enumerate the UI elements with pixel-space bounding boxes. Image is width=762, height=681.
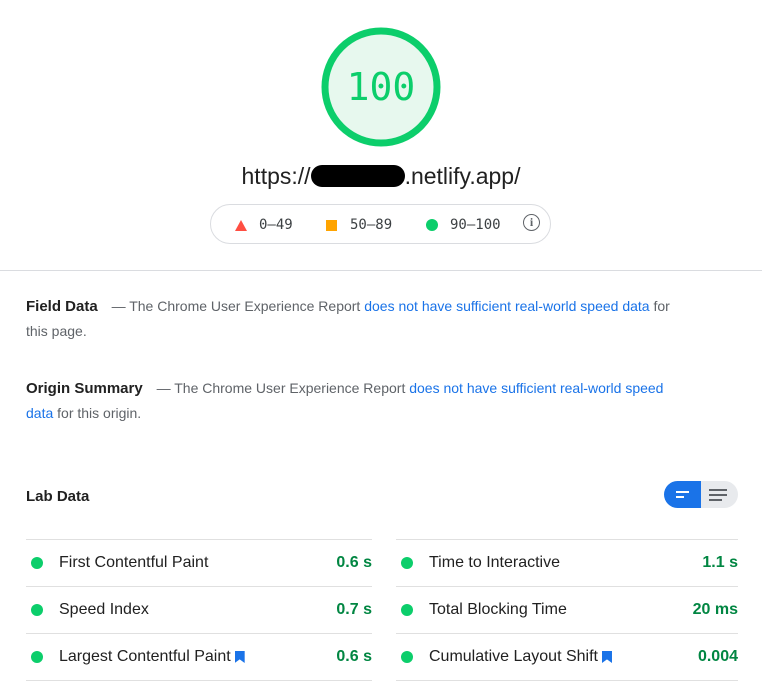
metric-value: 0.7 s (336, 601, 372, 618)
bookmark-icon[interactable] (234, 651, 245, 663)
field-data-text: The Chrome User Experience Report (129, 298, 361, 314)
origin-summary-text-after: for this origin. (57, 405, 142, 421)
metric-time-to-interactive: Time to Interactive 1.1 s (396, 539, 738, 586)
metric-value: 0.6 s (336, 648, 372, 665)
legend-item-pass: 90–100 (426, 217, 501, 233)
compact-bar-icon (676, 496, 684, 498)
url-suffix: .netlify.app/ (404, 163, 521, 189)
metric-speed-index: Speed Index 0.7 s (26, 586, 372, 633)
metric-label: Total Blocking Time (429, 601, 567, 618)
metric-label: Cumulative Layout Shift (429, 648, 598, 665)
pass-circle-icon (31, 557, 43, 569)
legend-item-fail: 0–49 (235, 217, 293, 233)
legend-label-pass: 90–100 (450, 217, 501, 233)
lab-data-title: Lab Data (26, 488, 90, 505)
red-triangle-icon (235, 219, 247, 231)
metric-value: 1.1 s (702, 554, 738, 571)
metric-cumulative-layout-shift: Cumulative Layout Shift 0.004 (396, 633, 738, 681)
legend-item-average: 50–89 (326, 217, 392, 233)
metric-label: Time to Interactive (429, 554, 561, 571)
metric-value: 20 ms (692, 601, 738, 618)
lines-icon (709, 488, 727, 491)
metric-largest-contentful-paint: Largest Contentful Paint 0.6 s (26, 633, 372, 681)
bookmark-icon[interactable] (601, 651, 612, 663)
field-data-dash: — (111, 298, 126, 314)
header-divider (0, 270, 762, 271)
metric-label: Largest Contentful Paint (59, 648, 231, 665)
field-data-title: Field Data (26, 298, 98, 315)
pass-circle-icon (401, 604, 413, 616)
legend-label-fail: 0–49 (259, 217, 293, 233)
origin-summary-text: The Chrome User Experience Report (174, 380, 406, 396)
metric-label: Speed Index (59, 601, 149, 618)
compact-bar-icon (676, 491, 689, 493)
orange-square-icon (326, 219, 337, 231)
legend-label-average: 50–89 (350, 217, 393, 233)
pass-circle-icon (31, 604, 43, 616)
redacted-block (310, 165, 405, 187)
origin-summary-title: Origin Summary (26, 380, 143, 397)
metrics-view-toggle (664, 481, 738, 508)
performance-score-value: 100 (346, 65, 416, 109)
metric-value: 0.6 s (336, 554, 372, 571)
origin-summary-dash: — (156, 380, 171, 396)
url-prefix: https:// (241, 163, 311, 189)
metric-value: 0.004 (697, 648, 738, 665)
metrics-column-left: First Contentful Paint 0.6 s Speed Index… (26, 539, 372, 681)
metrics-column-right: Time to Interactive 1.1 s Total Blocking… (396, 539, 738, 681)
lines-icon (709, 498, 722, 501)
metric-total-blocking-time: Total Blocking Time 20 ms (396, 586, 738, 633)
field-data-section: Field Data — The Chrome User Experience … (26, 294, 686, 344)
compact-view-button[interactable] (664, 481, 701, 508)
metric-first-contentful-paint: First Contentful Paint 0.6 s (26, 539, 372, 586)
pass-circle-icon (401, 557, 413, 569)
green-circle-icon (426, 219, 438, 231)
tested-url: https:// .netlify.app/ (0, 163, 762, 190)
origin-summary-section: Origin Summary — The Chrome User Experie… (26, 376, 686, 426)
pass-circle-icon (401, 651, 413, 663)
field-data-link[interactable]: does not have sufficient real-world spee… (364, 298, 649, 314)
lines-icon (709, 493, 727, 496)
info-icon[interactable]: i (523, 214, 540, 231)
metric-label: First Contentful Paint (59, 554, 209, 571)
performance-score-gauge: 100 (321, 27, 441, 147)
score-scale-legend: 0–49 50–89 90–100 i (210, 204, 551, 244)
expanded-view-button[interactable] (701, 481, 738, 508)
pass-circle-icon (31, 651, 43, 663)
